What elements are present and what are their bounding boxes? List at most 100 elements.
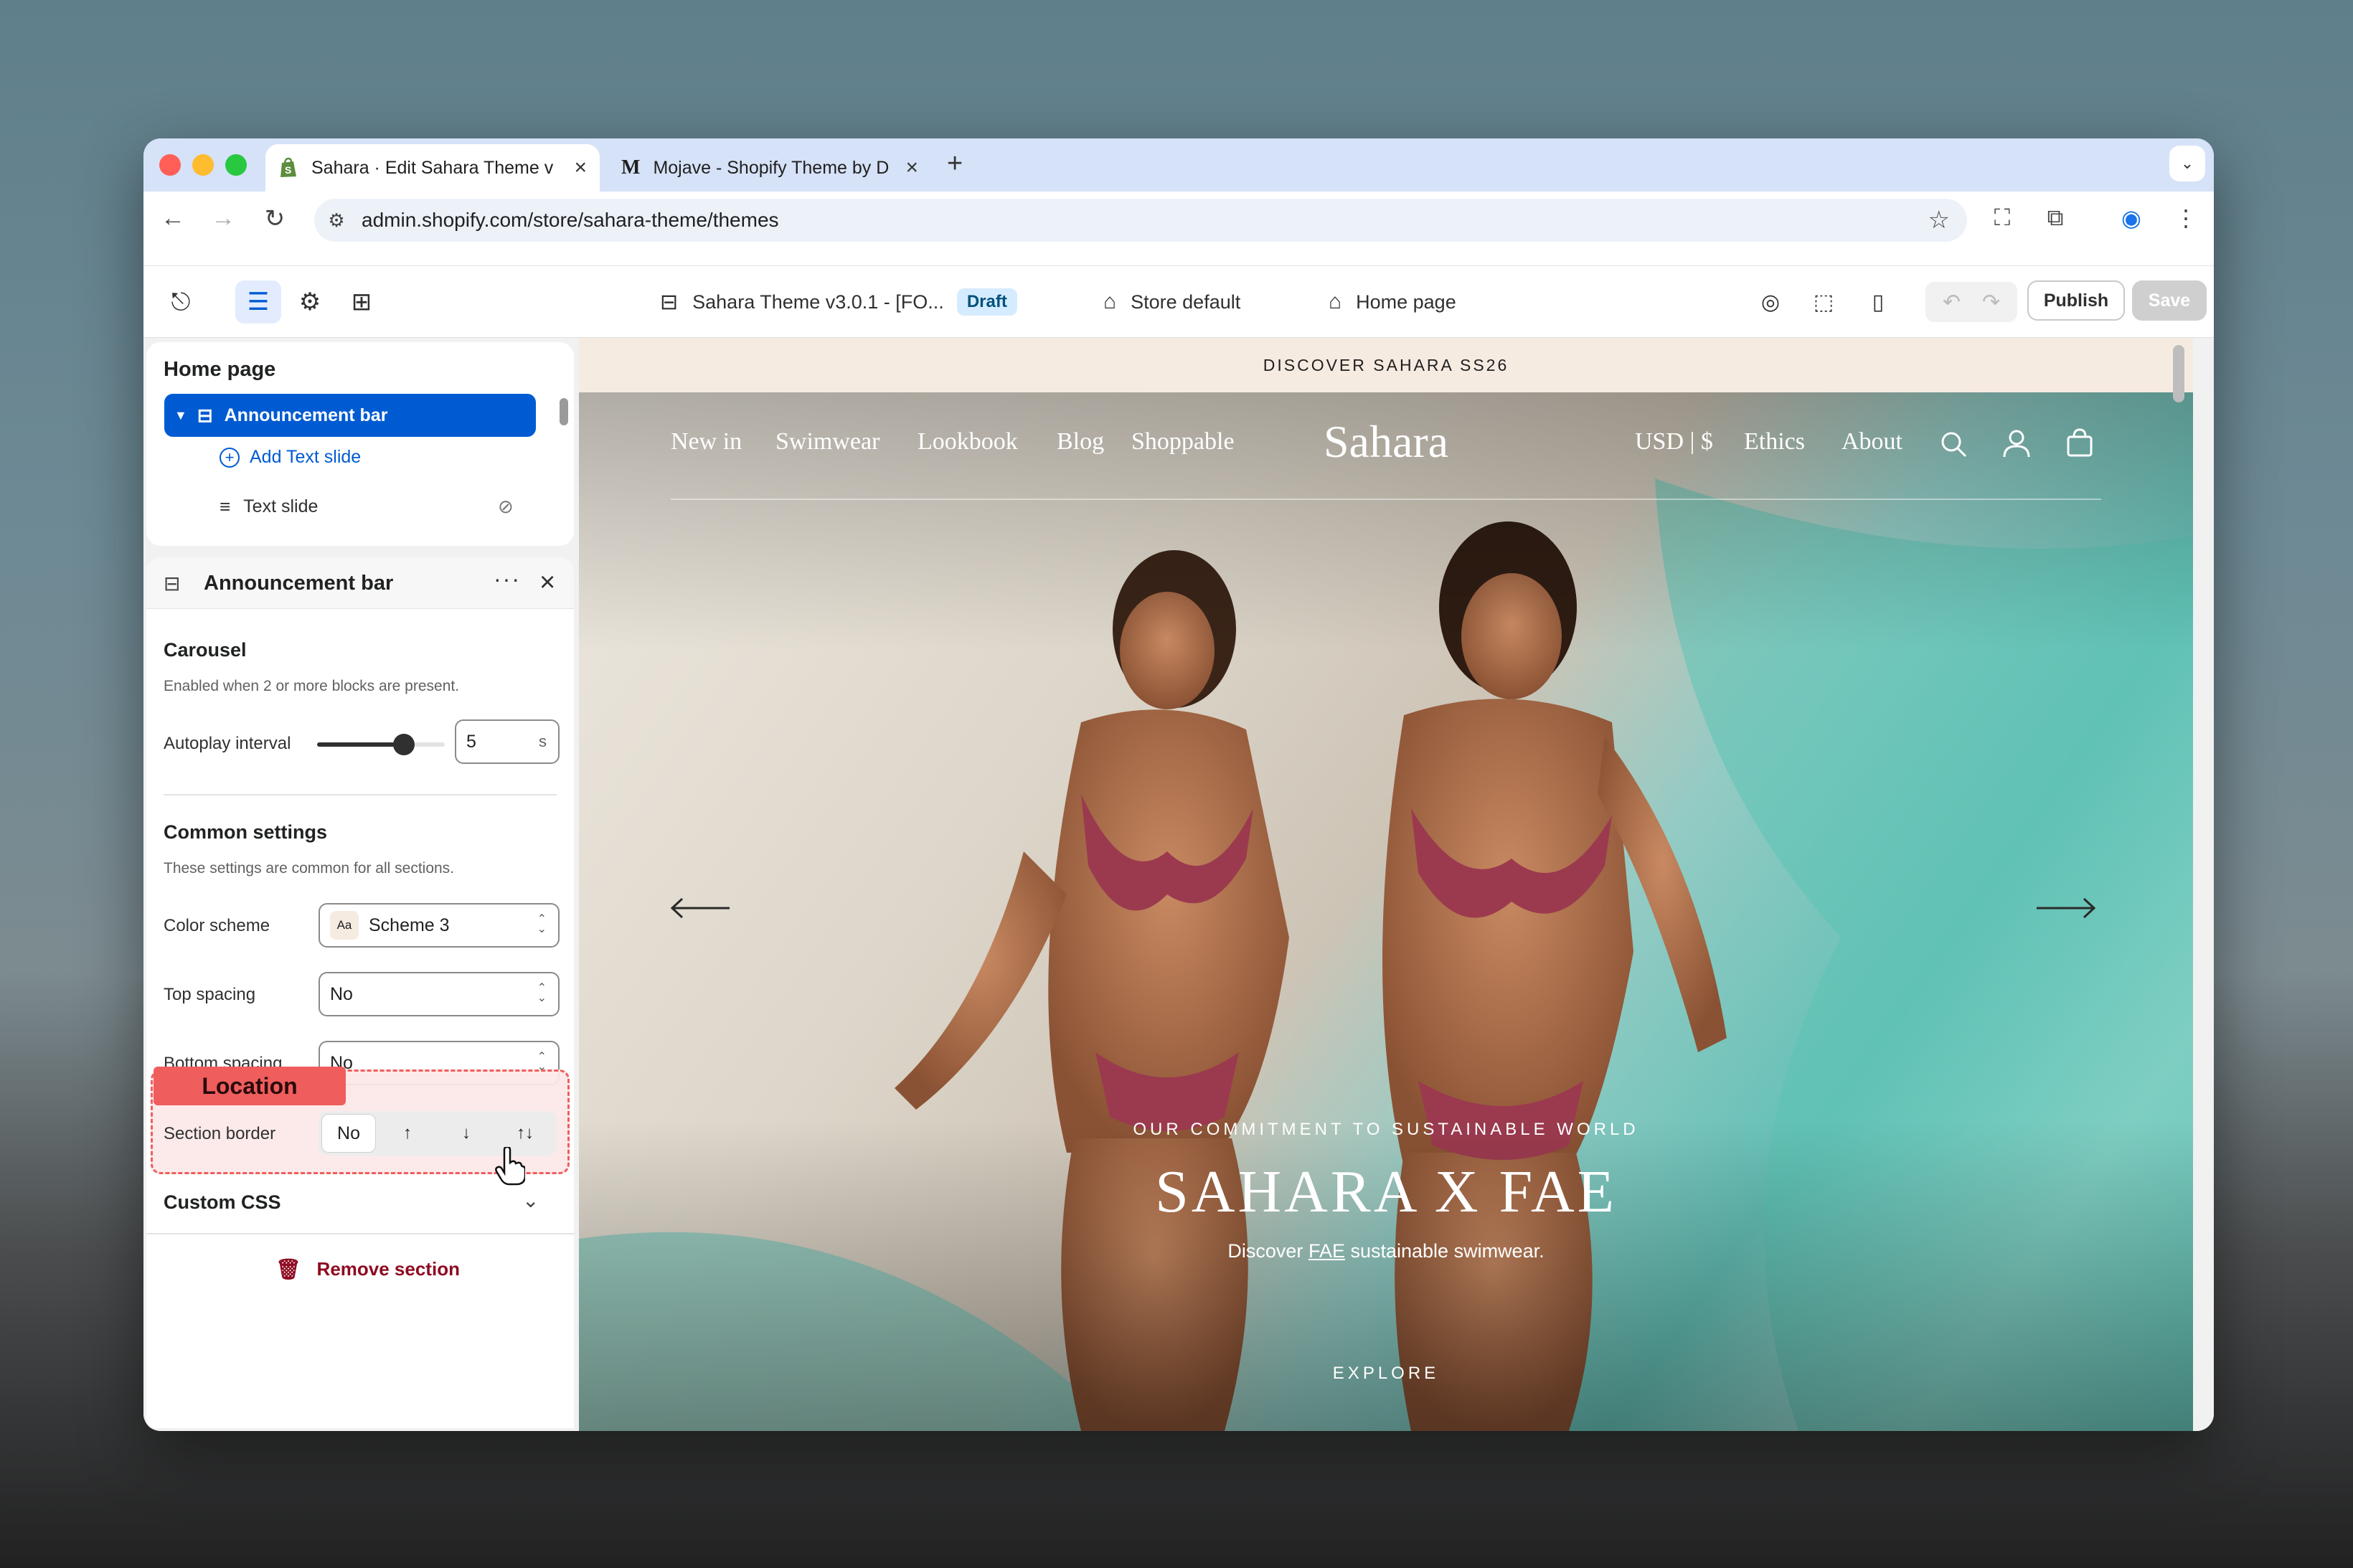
remove-section-button[interactable]: 🗑 Remove section [275,1257,460,1281]
nav-link-shoppable[interactable]: Shoppable [1131,428,1235,455]
settings-title: Announcement bar [204,572,394,595]
extensions-icon[interactable]: ⧉ [2037,204,2073,232]
section-border-label: Section border [164,1124,276,1143]
save-button[interactable]: Save [2132,280,2207,321]
store-icon: ⌂ [1103,290,1117,313]
more-options-icon[interactable]: ··· [494,566,521,592]
profile-icon[interactable]: ◉ [2113,204,2149,232]
hero-text-end: sustainable swimwear. [1344,1240,1545,1262]
top-spacing-select[interactable]: No ⌃ ⌄ [319,972,560,1016]
remove-label: Remove section [316,1258,460,1280]
url-text[interactable]: admin.shopify.com/store/sahara-theme/the… [362,209,779,232]
site-settings-icon[interactable]: ⚙ [326,209,347,232]
app-embeds-icon[interactable]: ⊞ [339,280,385,323]
account-icon[interactable] [2002,428,2031,458]
border-option-top-arrow-icon[interactable]: ↑ [380,1114,435,1153]
autoplay-value[interactable]: 5 [466,732,476,752]
search-icon[interactable] [1939,430,1968,458]
announcement-bar[interactable]: DISCOVER SAHARA SS26 [579,338,2193,392]
m-logo-icon: M [621,156,641,179]
tree-scrollbar[interactable] [560,398,568,425]
nav-link-new-in[interactable]: New in [671,428,742,455]
exit-icon[interactable]: ⎋ [159,280,202,323]
zoom-window-button[interactable] [225,154,247,176]
divider [146,1233,574,1234]
reload-icon[interactable]: ↻ [257,204,293,233]
autoplay-input[interactable]: 5 s [455,719,560,764]
add-text-slide-button[interactable]: + Add Text slide [220,447,361,468]
new-tab-icon[interactable]: + [947,148,963,179]
border-option-bottom-arrow-icon[interactable]: ↓ [439,1114,494,1153]
bookmark-star-icon[interactable]: ☆ [1928,206,1950,235]
select-pointer-icon[interactable]: ⬚ [1803,280,1844,323]
color-scheme-value: Scheme 3 [369,915,450,935]
currency-selector[interactable]: USD | $ [1635,428,1713,455]
cast-icon[interactable]: ⛶ [1984,204,2020,232]
chevron-down-icon[interactable]: ▼ [174,408,187,423]
section-item-announcement-bar[interactable]: ▼ ⊟ Announcement bar [164,394,536,437]
section-icon: ⊟ [197,404,213,426]
explore-link[interactable]: EXPLORE [579,1364,2193,1384]
tab-title: Sahara · Edit Sahara Theme v [311,157,554,178]
autoplay-slider[interactable] [317,734,445,755]
editor-area: Home page ▼ ⊟ Announcement bar + Add Tex… [143,338,2214,1431]
tab-sahara[interactable]: S Sahara · Edit Sahara Theme v × [265,144,600,192]
slider-thumb[interactable] [393,734,415,755]
undo-icon[interactable]: ↶ [1943,290,1961,315]
location-tag: Location [154,1067,346,1105]
common-settings-heading: Common settings [164,821,328,843]
nav-link-ethics[interactable]: Ethics [1744,428,1805,455]
color-scheme-label: Color scheme [164,916,270,935]
forward-icon[interactable]: → [205,204,241,232]
color-scheme-select[interactable]: Aa Scheme 3 ⌃ ⌄ [319,903,560,948]
tab-search-chevron-icon[interactable]: ⌄ [2169,146,2205,181]
arrow-left-icon[interactable] [671,897,731,919]
address-bar[interactable]: ⚙ admin.shopify.com/store/sahara-theme/t… [314,199,1967,242]
close-icon[interactable]: × [539,567,555,598]
carousel-hint: Enabled when 2 or more blocks are presen… [164,678,460,694]
cart-icon[interactable] [2065,427,2094,458]
select-chevron-icon: ⌃ ⌄ [537,913,547,935]
theme-name: Sahara Theme v3.0.1 - [FO... [692,291,944,313]
svg-text:S: S [285,164,291,176]
store-selector[interactable]: ⌂ Store default [1103,282,1240,322]
preview-scrollbar[interactable] [2173,345,2184,402]
back-icon[interactable]: ← [155,204,191,232]
store-logo[interactable]: Sahara [1302,415,1470,468]
block-item-text-slide[interactable]: ≡ Text slide [220,496,318,518]
close-tab-icon[interactable]: × [574,156,587,180]
custom-css-label[interactable]: Custom CSS [164,1191,281,1214]
border-option-none[interactable]: No [321,1114,376,1153]
autoplay-unit: s [539,732,547,750]
close-window-button[interactable] [159,154,181,176]
theme-selector[interactable]: ⊟ Sahara Theme v3.0.1 - [FO... Draft [660,282,1017,322]
theme-settings-gear-icon[interactable]: ⚙ [287,280,333,323]
hero-subheading: OUR COMMITMENT TO SUSTAINABLE WORLD [1133,1120,1639,1139]
section-icon: ⊟ [164,572,181,595]
minimize-window-button[interactable] [192,154,214,176]
hand-cursor-icon [495,1147,525,1186]
redo-icon[interactable]: ↷ [1982,290,2000,315]
tab-mojave[interactable]: M Mojave - Shopify Theme by D × [600,144,928,192]
nav-link-about[interactable]: About [1842,428,1902,455]
nav-link-blog[interactable]: Blog [1057,428,1104,455]
inspector-icon[interactable]: ◎ [1750,280,1791,323]
page-label: Home page [1356,291,1456,313]
section-label: Announcement bar [224,405,388,425]
more-menu-icon[interactable]: ⋮ [2168,204,2204,232]
arrow-right-icon[interactable] [2035,897,2095,919]
page-selector[interactable]: ⌂ Home page [1329,282,1456,322]
mobile-view-icon[interactable]: ▯ [1858,280,1898,323]
hidden-eye-icon[interactable]: ⊘ [498,496,514,518]
trash-icon: 🗑 [275,1258,301,1280]
nav-link-lookbook[interactable]: Lookbook [918,428,1018,455]
hero-image [579,392,2193,1431]
sections-icon[interactable]: ☰ [235,280,281,323]
fae-link[interactable]: FAE [1308,1240,1345,1262]
nav-link-swimwear[interactable]: Swimwear [775,428,880,455]
close-tab-icon[interactable]: × [905,156,918,180]
shopify-icon: S [280,157,296,177]
publish-button[interactable]: Publish [2027,280,2125,321]
slider-fill [317,742,405,747]
chevron-down-icon[interactable]: ⌄ [522,1189,539,1212]
